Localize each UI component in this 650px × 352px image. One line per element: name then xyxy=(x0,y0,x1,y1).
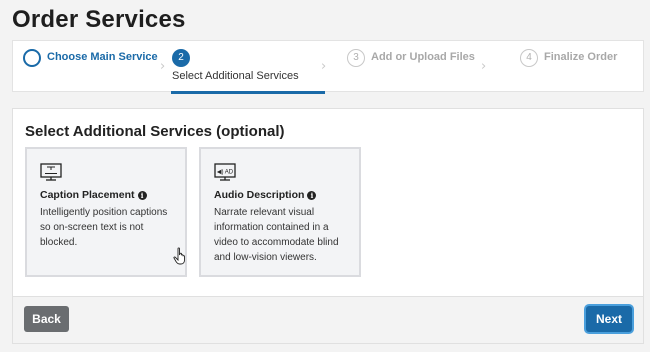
step-add-or-upload-files[interactable]: 3 Add or Upload Files xyxy=(347,41,477,93)
order-stepper: Choose Main Service › 2 Select Additiona… xyxy=(12,40,644,94)
back-button[interactable]: Back xyxy=(24,306,69,332)
info-icon[interactable]: i xyxy=(137,191,147,200)
step-3-label: Add or Upload Files xyxy=(371,51,475,63)
step-choose-main-service[interactable]: Choose Main Service xyxy=(23,41,173,93)
card-title-text: Audio Description xyxy=(214,189,305,201)
step-4-label: Finalize Order xyxy=(544,51,618,63)
audio-description-icon-label: ◀) AD xyxy=(217,169,234,175)
step-2-label: Select Additional Services xyxy=(172,70,299,82)
audio-description-description: Narrate relevant visual information cont… xyxy=(214,207,339,263)
step-1-label: Choose Main Service xyxy=(47,51,158,63)
step-finalize-order[interactable]: 4 Finalize Order xyxy=(520,41,630,93)
next-button[interactable]: Next xyxy=(586,306,632,332)
panel-heading: Select Additional Services (optional) xyxy=(25,123,285,140)
hand-pointer-cursor-icon xyxy=(173,247,185,265)
caption-placement-description: Intelligently position captions so on-sc… xyxy=(40,207,168,248)
chevron-right-icon: › xyxy=(160,59,166,74)
step-2-circle-icon: 2 xyxy=(172,49,190,67)
audio-description-title: Audio Description i xyxy=(214,189,317,201)
chevron-right-icon: › xyxy=(481,59,487,74)
card-title-text: Caption Placement xyxy=(40,189,135,201)
step-1-circle-icon xyxy=(23,49,41,67)
step-select-additional-services[interactable]: 2 Select Additional Services xyxy=(171,41,326,94)
additional-services-panel: Select Additional Services (optional) Ca… xyxy=(12,108,644,344)
page-title: Order Services xyxy=(12,6,186,33)
caption-placement-card[interactable]: Caption Placement i Intelligently positio… xyxy=(25,147,187,277)
active-step-underline xyxy=(171,91,325,94)
step-3-circle-icon: 3 xyxy=(347,49,365,67)
chevron-right-icon: › xyxy=(321,59,327,74)
info-icon[interactable]: i xyxy=(307,191,317,200)
order-services-page: Order Services Choose Main Service › 2 S… xyxy=(0,0,650,352)
step-4-circle-icon: 4 xyxy=(520,49,538,67)
caption-monitor-icon xyxy=(40,163,62,181)
audio-description-card[interactable]: ◀) AD Audio Description i Narrate relevan… xyxy=(199,147,361,277)
panel-footer: Back Next xyxy=(13,296,643,343)
audio-description-monitor-icon: ◀) AD xyxy=(214,163,236,181)
caption-placement-title: Caption Placement i xyxy=(40,189,147,201)
